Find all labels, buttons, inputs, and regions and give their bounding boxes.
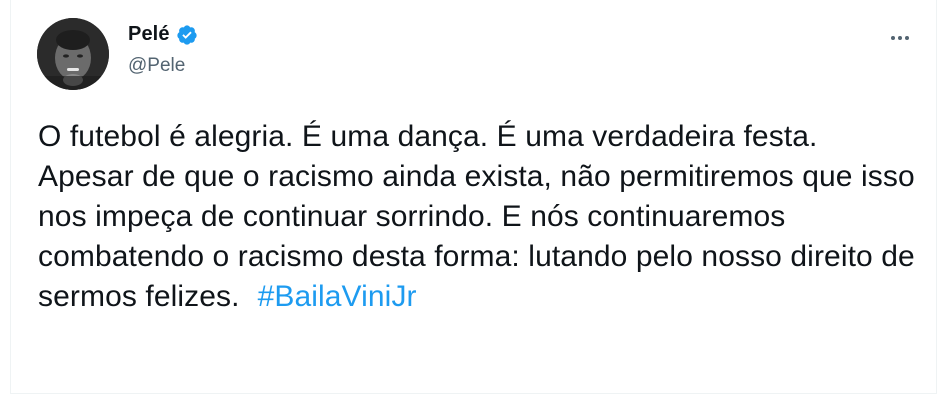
- tweet-text: O futebol é alegria. É uma dança. É uma …: [38, 117, 918, 317]
- verified-badge-icon: [176, 24, 197, 45]
- avatar[interactable]: [37, 18, 109, 90]
- author-name-row[interactable]: Pelé: [128, 23, 198, 46]
- author-display-name[interactable]: Pelé: [128, 23, 170, 46]
- more-dot: [905, 36, 909, 40]
- author-handle[interactable]: @Pele: [128, 55, 185, 77]
- hashtag-link[interactable]: #BailaViniJr: [258, 280, 417, 313]
- tweet-body: O futebol é alegria. É uma dança. É uma …: [38, 120, 915, 313]
- more-horizontal-icon: [891, 36, 895, 40]
- tweet-card[interactable]: Pelé @Pele O futebol é alegria. É uma da…: [10, 0, 937, 394]
- more-options-button[interactable]: [880, 18, 920, 58]
- profile-photo-icon: [37, 18, 109, 90]
- more-dot: [898, 36, 902, 40]
